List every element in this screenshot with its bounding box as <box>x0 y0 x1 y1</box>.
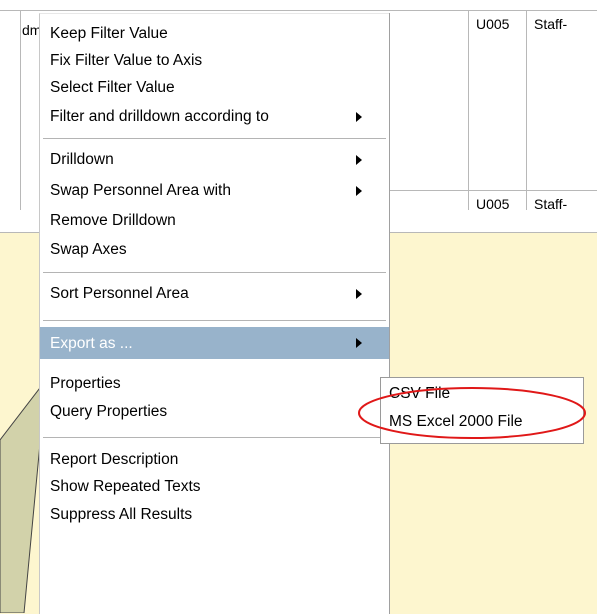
menu-separator <box>43 272 386 274</box>
menu-item-label: Drilldown <box>50 151 114 168</box>
menu-item-show-repeated-texts[interactable]: Show Repeated Texts <box>40 471 389 498</box>
table-vline <box>526 10 527 230</box>
table-cell-text: Staff- <box>534 16 568 32</box>
menu-item-query-properties[interactable]: Query Properties <box>40 394 389 421</box>
menu-item-filter-and-drilldown[interactable]: Filter and drilldown according to <box>40 103 389 130</box>
submenu-arrow-icon <box>356 186 362 196</box>
menu-item-label: Suppress All Results <box>50 506 193 523</box>
menu-item-swap-personnel-area[interactable]: Swap Personnel Area with <box>40 177 389 204</box>
menu-item-drilldown[interactable]: Drilldown <box>40 146 389 173</box>
menu-separator <box>43 138 386 140</box>
menu-item-properties[interactable]: Properties <box>40 366 389 393</box>
table-cell-code: U005 <box>476 16 510 32</box>
submenu-arrow-icon <box>356 112 362 122</box>
menu-item-suppress-all-results[interactable]: Suppress All Results <box>40 498 389 525</box>
table-row-divider <box>388 190 597 191</box>
menu-item-label: Export as ... <box>50 335 133 352</box>
context-menu: Keep Filter Value Fix Filter Value to Ax… <box>39 13 389 614</box>
menu-item-label: Keep Filter Value <box>50 25 168 42</box>
menu-separator <box>43 320 386 322</box>
menu-item-swap-axes[interactable]: Swap Axes <box>40 236 389 263</box>
menu-item-label: Properties <box>50 375 121 392</box>
submenu-arrow-icon <box>356 338 362 348</box>
menu-item-label: Swap Axes <box>50 241 127 258</box>
menu-item-label: Fix Filter Value to Axis <box>50 52 203 69</box>
menu-item-report-description[interactable]: Report Description <box>40 444 389 471</box>
menu-item-label: Show Repeated Texts <box>50 478 201 495</box>
table-cell-text: Staff- <box>534 196 568 212</box>
menu-item-label: Sort Personnel Area <box>50 285 189 302</box>
menu-item-sort-personnel-area[interactable]: Sort Personnel Area <box>40 280 389 307</box>
menu-item-remove-drilldown[interactable]: Remove Drilldown <box>40 207 389 234</box>
menu-item-label: Select Filter Value <box>50 79 175 96</box>
menu-item-fix-filter-value[interactable]: Fix Filter Value to Axis <box>40 47 389 74</box>
submenu-arrow-icon <box>356 289 362 299</box>
submenu-arrow-icon <box>356 155 362 165</box>
menu-item-export-as[interactable]: Export as ... <box>40 327 389 359</box>
menu-item-select-filter-value[interactable]: Select Filter Value <box>40 74 389 101</box>
menu-item-label: Report Description <box>50 451 179 468</box>
menu-separator <box>43 437 386 439</box>
table-top-border <box>0 10 597 11</box>
menu-item-label: Filter and drilldown according to <box>50 108 269 125</box>
highlight-oval <box>358 387 586 439</box>
table-vline <box>468 10 469 230</box>
menu-item-label: Query Properties <box>50 403 168 420</box>
menu-item-label: Remove Drilldown <box>50 212 176 229</box>
table-vline <box>20 10 21 210</box>
menu-item-keep-filter-value[interactable]: Keep Filter Value <box>40 20 389 47</box>
menu-item-label: Swap Personnel Area with <box>50 182 231 199</box>
table-cell-code: U005 <box>476 196 510 212</box>
